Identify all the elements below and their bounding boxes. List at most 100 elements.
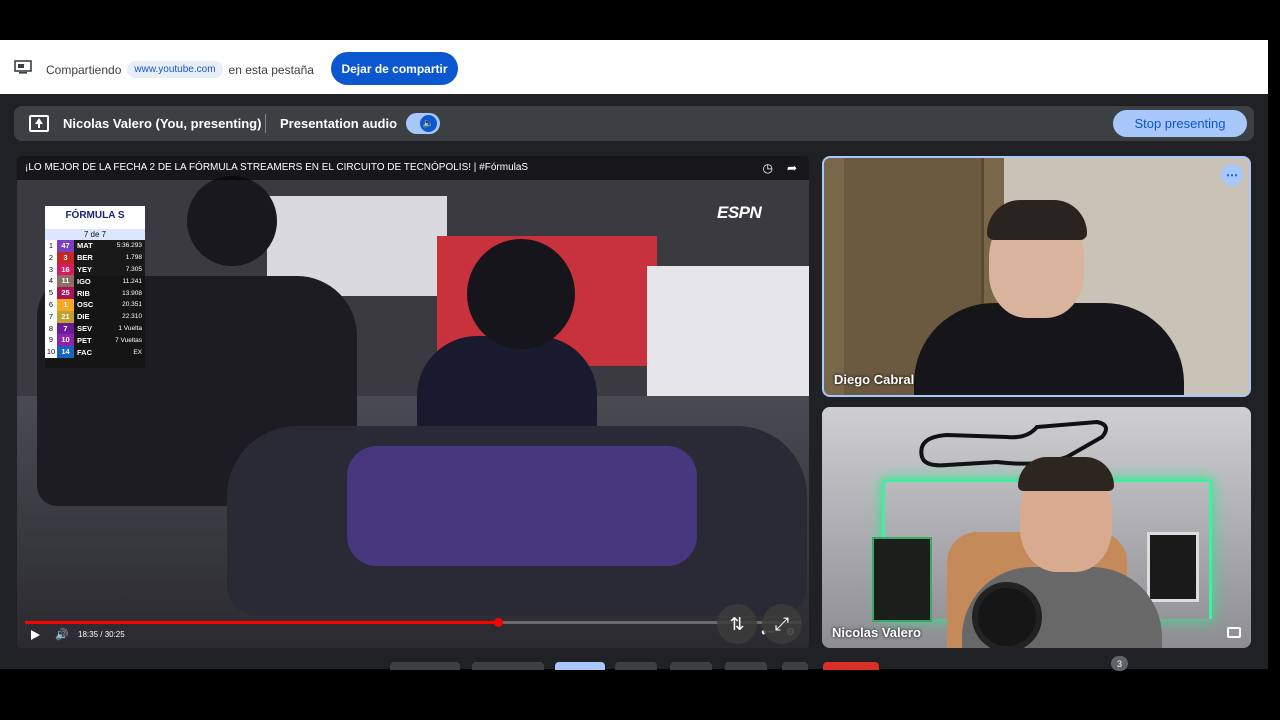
standings-row: 8 7 SEV 1 Vuelta (45, 322, 145, 335)
driver-number: 1 (57, 298, 74, 311)
driver-gap: 1 Vuelta (118, 324, 142, 332)
driver-gap: 22.310 (122, 313, 142, 321)
driver-gap: EX (133, 348, 142, 356)
video-title-text: ¡LO MEJOR DE LA FECHA 2 DE LA FÓRMULA ST… (25, 162, 529, 173)
driver-gap: 7 Vueltas (115, 336, 142, 344)
stop-presenting-button[interactable]: Stop presenting (1113, 110, 1247, 137)
driver-code: BER (77, 253, 93, 263)
race-standings: FÓRMULA S 7 de 7 1 47 MAT 5:36.293 2 3 BER 1.79… (45, 206, 145, 368)
progress-bar[interactable] (25, 618, 801, 627)
driver-helmet (467, 239, 575, 349)
watch-later-icon[interactable]: ◷ (762, 161, 772, 175)
standing-position: 10 (45, 346, 57, 358)
scrubber-handle[interactable] (494, 618, 504, 627)
participant-hair (1018, 457, 1114, 491)
progress-fill (25, 621, 499, 624)
driver-code: IGO (77, 276, 91, 286)
participants-count-badge: 3 (1111, 656, 1128, 671)
control-button-reactions[interactable] (615, 662, 657, 670)
control-button-present[interactable] (555, 662, 605, 670)
driver-number: 11 (57, 275, 74, 288)
video-time: 18:35 / 30:25 (78, 630, 125, 639)
standing-position: 3 (45, 263, 57, 276)
tab-sharing-bar: Compartiendo www.youtube.com en esta pes… (0, 40, 1268, 94)
standing-position: 4 (45, 275, 57, 288)
more-options-icon[interactable]: ⋯ (1221, 164, 1243, 186)
standing-position: 6 (45, 298, 57, 311)
participant-name: Nicolas Valero (832, 625, 921, 640)
sharing-suffix: en esta pestaña (228, 62, 314, 77)
screen-share-icon (14, 60, 32, 74)
driver-code: MAT (77, 241, 93, 251)
present-to-all-icon (29, 115, 49, 132)
driver-number: 7 (57, 322, 74, 335)
sharing-status: Compartiendo www.youtube.com en esta pes… (46, 61, 314, 78)
volume-icon: 🔈 (420, 115, 437, 132)
driver-code: OSC (77, 300, 94, 310)
shelf-box (872, 537, 932, 622)
standings-series: FÓRMULA S (45, 206, 145, 229)
standings-row: 9 10 PET 7 Vueltas (45, 334, 145, 347)
participant-tile-nicolas[interactable]: Nicolas Valero (822, 407, 1251, 648)
standings-row: 1 47 MAT 5:36.293 (45, 240, 145, 252)
standings-row: 7 21 DIE 22.310 (45, 310, 145, 323)
wall-frame (1147, 532, 1199, 602)
share-arrow-icon[interactable]: ➦ (787, 161, 797, 175)
driver-gap: 1.798 (125, 254, 142, 262)
driver-code: PET (77, 335, 92, 345)
presentation-audio-label: Presentation audio (280, 116, 398, 131)
microphone (972, 582, 1042, 648)
driver-number: 47 (57, 240, 74, 252)
driver-gap: 5:36.293 (116, 242, 142, 250)
participant-name: Diego Cabral (834, 372, 915, 387)
driver-helmet (187, 176, 277, 266)
standings-row: 2 3 BER 1.798 (45, 251, 145, 264)
control-button-hand[interactable] (725, 662, 767, 670)
video-controls: 🔊 18:35 / 30:25 ●─ ⚙ (17, 612, 809, 648)
fullscreen-icon[interactable]: ⤢ (762, 604, 802, 644)
divider (265, 114, 266, 133)
control-button-camera[interactable] (472, 662, 544, 670)
standing-position: 9 (45, 334, 57, 347)
driver-code: SEV (77, 323, 93, 333)
standing-position: 8 (45, 322, 57, 335)
shared-video[interactable]: ¡LO MEJOR DE LA FECHA 2 DE LA FÓRMULA ST… (17, 156, 809, 648)
driver-code: FAC (77, 347, 92, 357)
presentation-audio-toggle[interactable]: 🔈 (406, 113, 440, 134)
swap-layout-icon[interactable]: ⇅ (717, 604, 757, 644)
standing-position: 7 (45, 310, 57, 323)
stop-sharing-button[interactable]: Dejar de compartir (331, 52, 458, 85)
standings-row: 10 14 FAC EX (45, 346, 145, 358)
driver-gap: 11.241 (122, 277, 142, 285)
driver-code: YEY (77, 264, 93, 274)
espn-logo: ESPN (717, 203, 762, 222)
control-button-more[interactable] (782, 662, 808, 670)
participant-tile-diego[interactable]: ⋯ Diego Cabral (822, 156, 1251, 397)
standing-position: 5 (45, 287, 57, 299)
volume-icon[interactable]: 🔊 (55, 628, 69, 641)
kart-livery (347, 446, 697, 566)
standings-row: 4 11 IGO 11.241 (45, 275, 145, 288)
driver-gap: 13.908 (122, 289, 142, 297)
standings-row: 6 1 OSC 20.351 (45, 298, 145, 311)
standings-row: 5 25 RIB 13.908 (45, 287, 145, 299)
video-title: ¡LO MEJOR DE LA FECHA 2 DE LA FÓRMULA ST… (17, 156, 809, 180)
participant-hair (987, 200, 1087, 240)
driver-number: 14 (57, 346, 74, 358)
driver-gap: 20.351 (122, 301, 142, 309)
shared-url-chip: www.youtube.com (127, 61, 223, 78)
picture-in-picture-icon[interactable] (1227, 627, 1241, 638)
standings-round: 7 de 7 (45, 229, 145, 240)
standing-position: 1 (45, 240, 57, 252)
driver-number: 16 (57, 263, 74, 276)
play-icon[interactable] (31, 630, 40, 640)
presentation-bar: Nicolas Valero (You, presenting) Present… (14, 106, 1254, 141)
leave-call-button[interactable] (823, 662, 879, 670)
driver-number: 10 (57, 334, 74, 347)
black-top-border (0, 0, 1280, 40)
control-button-mic[interactable] (390, 662, 460, 670)
control-button-captions[interactable] (670, 662, 712, 670)
standing-position: 2 (45, 251, 57, 264)
sharing-prefix: Compartiendo (46, 62, 122, 77)
right-border (1268, 40, 1280, 669)
